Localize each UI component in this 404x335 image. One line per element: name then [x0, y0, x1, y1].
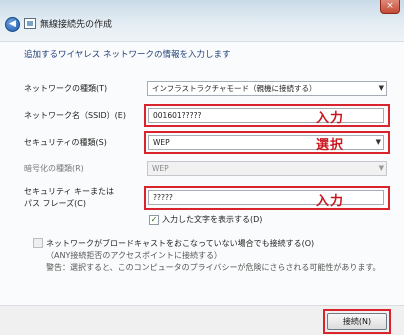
security-annotation: 選択 [316, 138, 345, 153]
security-type-select[interactable]: WEP ▼ [148, 135, 384, 150]
security-key-label-line2: パス フレーズ(C) [24, 199, 86, 208]
ssid-value: 001601????? [153, 111, 202, 120]
network-type-label: ネットワークの種類(T) [24, 84, 108, 93]
security-key-value: ????? [153, 193, 173, 202]
security-type-label: セキュリティの種類(S) [24, 138, 107, 147]
ssid-label: ネットワーク名（SSID）(E) [24, 111, 126, 120]
encryption-type-select: WEP ▼ [147, 161, 387, 176]
nonbroadcast-note: （ANY接続拒否のアクセスポイントに接続する） [46, 251, 222, 260]
chevron-down-icon: ▼ [375, 138, 381, 146]
security-type-value: WEP [153, 138, 170, 147]
window-title: 無線接続先の作成 [40, 20, 113, 30]
show-chars-checkbox[interactable]: ✓ [149, 215, 159, 225]
network-type-select[interactable]: インフラストラクチャモード（親機に接続する） ▼ [147, 81, 387, 96]
show-chars-label: 入力した文字を表示する(D) [162, 215, 263, 224]
ssid-input[interactable]: 001601????? [148, 108, 384, 123]
connect-button[interactable]: 接続(N) [327, 313, 387, 330]
nonbroadcast-checkbox[interactable] [33, 238, 43, 248]
chevron-down-icon: ▼ [378, 164, 384, 172]
network-icon [24, 18, 36, 29]
instruction-text: 追加するワイヤレス ネットワークの情報を入力します [24, 50, 231, 60]
encryption-type-value: WEP [152, 164, 169, 173]
close-button[interactable]: × [380, 0, 400, 14]
privacy-warning: 警告：選択すると、このコンピュータのプライバシーが危険にさらされる可能性がありま… [46, 263, 381, 272]
security-key-input[interactable]: ????? [148, 190, 384, 205]
security-key-label-line1: セキュリティ キーまたは [24, 187, 115, 196]
network-type-value: インフラストラクチャモード（親機に接続する） [152, 84, 317, 93]
nonbroadcast-label: ネットワークがブロードキャストをおこなっていない場合でも接続する(O) [46, 239, 315, 248]
key-annotation: 入力 [316, 194, 345, 209]
back-button[interactable]: ◀ [5, 17, 20, 32]
ssid-annotation: 入力 [316, 111, 345, 126]
chevron-down-icon: ▼ [378, 84, 384, 92]
encryption-type-label: 暗号化の種類(R) [24, 164, 84, 173]
